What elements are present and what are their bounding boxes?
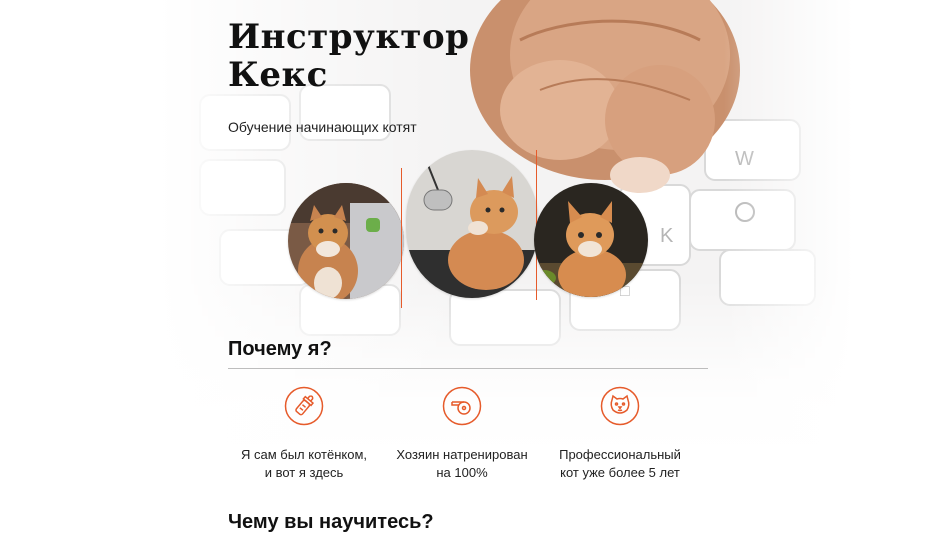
cat-portrait-image bbox=[534, 183, 648, 297]
photo-cat-microphone bbox=[406, 150, 538, 298]
cat-laptop-image bbox=[288, 183, 404, 299]
section-heading-learn: Чему вы научитесь? bbox=[228, 511, 434, 533]
feature-text: Хозяин натренирован на 100% bbox=[396, 447, 528, 480]
feature-item: Хозяин натренирован на 100% bbox=[382, 386, 542, 482]
photo-cat-portrait bbox=[534, 183, 648, 297]
page-content: Инструктор Кекс Обучение начинающих котя… bbox=[0, 0, 928, 536]
cat-face-icon bbox=[600, 386, 640, 426]
photo-cat-laptop bbox=[288, 183, 404, 299]
baby-bottle-icon bbox=[284, 386, 324, 426]
page-title: Инструктор Кекс bbox=[228, 17, 470, 95]
cat-microphone-image bbox=[406, 150, 538, 298]
photo-gallery bbox=[288, 150, 648, 310]
feature-text: Профессиональный кот уже более 5 лет bbox=[559, 447, 681, 480]
gallery-divider bbox=[401, 168, 402, 308]
whistle-icon bbox=[442, 386, 482, 426]
page-subtitle: Обучение начинающих котят bbox=[228, 119, 417, 135]
section-divider bbox=[228, 368, 708, 369]
feature-text: Я сам был котёнком, и вот я здесь bbox=[240, 447, 368, 480]
feature-item: Профессиональный кот уже более 5 лет bbox=[540, 386, 700, 482]
section-heading-why: Почему я? bbox=[228, 338, 332, 360]
feature-item: Я сам был котёнком, и вот я здесь bbox=[224, 386, 384, 482]
